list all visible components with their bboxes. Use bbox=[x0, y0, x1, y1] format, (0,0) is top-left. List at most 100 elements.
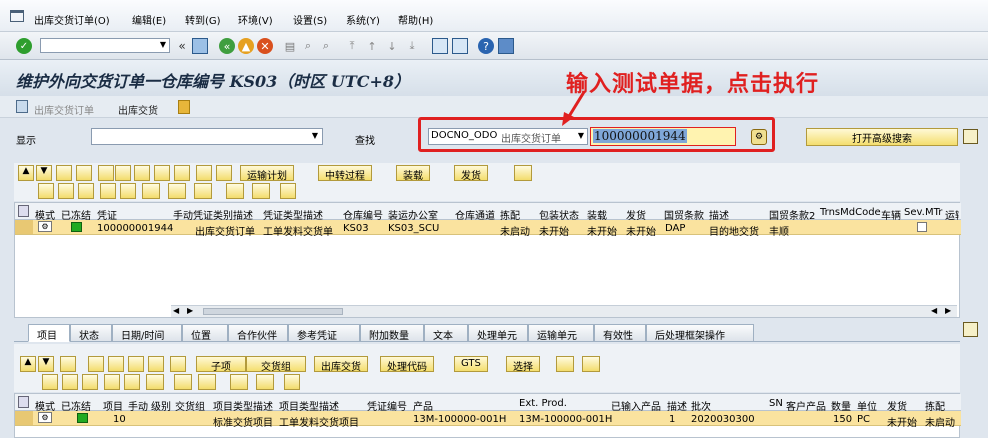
find-next-icon[interactable]: ⌕ bbox=[318, 38, 334, 54]
arrow-up-icon[interactable]: ▲ bbox=[18, 165, 34, 181]
layout-menu-icon[interactable] bbox=[556, 356, 574, 372]
prev-page-icon[interactable]: ↑ bbox=[364, 38, 380, 54]
find-icon[interactable] bbox=[42, 374, 58, 390]
new-document-icon[interactable] bbox=[88, 356, 104, 372]
scroll-left-icon-2[interactable]: ◀ bbox=[931, 306, 937, 315]
find-icon[interactable]: ⌕ bbox=[300, 38, 316, 54]
sub-items-button[interactable]: 子项 bbox=[196, 356, 246, 373]
row-checkbox[interactable] bbox=[917, 222, 927, 232]
save-icon[interactable] bbox=[216, 165, 232, 181]
lower-grid-row[interactable]: ⚙ 10 标准交货项目 工单发料交货项目 13M-100000-001H 13M… bbox=[15, 411, 961, 429]
tab-location[interactable]: 位置 bbox=[182, 324, 228, 342]
sort-asc-icon[interactable] bbox=[58, 183, 74, 199]
spreadsheet-icon[interactable] bbox=[252, 183, 270, 199]
horizontal-scrollbar[interactable]: ◀ ▶ ◀ ▶ bbox=[171, 305, 957, 317]
tab-validity[interactable]: 有效性 bbox=[594, 324, 646, 342]
menu-item-settings[interactable]: 设置(S) bbox=[293, 12, 327, 27]
tab-transport-units[interactable]: 运输单元 bbox=[528, 324, 594, 342]
col-ext-prod[interactable]: Ext. Prod. bbox=[519, 398, 567, 409]
mode-icon[interactable]: ⚙ bbox=[38, 221, 52, 232]
sort-desc-icon[interactable] bbox=[82, 374, 98, 390]
tab-items[interactable]: 项目 bbox=[28, 324, 70, 342]
menu-item-help[interactable]: 帮助(H) bbox=[398, 12, 433, 27]
sort-asc-icon[interactable] bbox=[62, 374, 78, 390]
create-icon[interactable] bbox=[76, 165, 92, 181]
menu-item-environment[interactable]: 环境(V) bbox=[238, 12, 273, 27]
columns-icon[interactable] bbox=[100, 183, 116, 199]
menu-icon[interactable] bbox=[10, 10, 24, 22]
sum-icon[interactable] bbox=[168, 183, 186, 199]
apptb-outbound-delivery[interactable]: 出库交货 bbox=[118, 102, 158, 117]
print-icon[interactable] bbox=[174, 165, 190, 181]
menu-item-system[interactable]: 系统(Y) bbox=[346, 12, 380, 27]
edit-icon[interactable] bbox=[115, 165, 131, 181]
delete-icon[interactable] bbox=[108, 356, 124, 372]
copy-icon[interactable] bbox=[134, 165, 150, 181]
history-icon[interactable]: « bbox=[174, 38, 190, 54]
details-icon[interactable] bbox=[56, 165, 72, 181]
header-select-all-icon[interactable] bbox=[18, 396, 29, 408]
layout-icon[interactable] bbox=[498, 38, 514, 54]
print-preview-icon[interactable] bbox=[226, 183, 244, 199]
print-preview-icon[interactable] bbox=[230, 374, 248, 390]
info-icon[interactable] bbox=[284, 374, 300, 390]
scroll-right-icon[interactable]: ▶ bbox=[187, 306, 193, 315]
search-type-dropdown[interactable]: DOCNO_ODO 出库交货订单 ▼ bbox=[428, 128, 588, 145]
scroll-thumb[interactable] bbox=[203, 308, 343, 315]
columns-icon[interactable] bbox=[104, 374, 120, 390]
scroll-right-icon-2[interactable]: ▶ bbox=[945, 306, 951, 315]
export-icon[interactable] bbox=[198, 374, 216, 390]
apptb-outbound-order[interactable]: 出库交货订单 bbox=[34, 102, 94, 117]
exit-icon[interactable]: ▲ bbox=[238, 38, 254, 54]
refresh-icon[interactable] bbox=[196, 165, 212, 181]
filter-icon[interactable] bbox=[146, 374, 164, 390]
transport-plan-button[interactable]: 运输计划 bbox=[240, 165, 294, 182]
split-icon[interactable] bbox=[148, 356, 164, 372]
new-document-icon[interactable] bbox=[98, 165, 114, 181]
col-trnsmdcode[interactable]: TrnsMdCode bbox=[820, 207, 881, 218]
print-icon[interactable]: ▤ bbox=[282, 38, 298, 54]
header-select-all-icon[interactable] bbox=[18, 205, 29, 217]
find-icon[interactable] bbox=[38, 183, 54, 199]
next-page-icon[interactable]: ↓ bbox=[384, 38, 400, 54]
upper-grid-row[interactable]: ⚙ 100000001944 出库交货订单 工单发料交货单 KS03 KS03_… bbox=[15, 220, 961, 238]
delete-icon[interactable] bbox=[154, 165, 170, 181]
shortcut-icon[interactable] bbox=[452, 38, 468, 54]
mode-icon[interactable]: ⚙ bbox=[38, 412, 52, 423]
details-icon[interactable] bbox=[60, 356, 76, 372]
arrow-up-icon[interactable]: ▲ bbox=[20, 356, 36, 372]
col-sev[interactable]: Sev. bbox=[904, 207, 925, 218]
sort-desc-icon[interactable] bbox=[78, 183, 94, 199]
chevron-down-icon[interactable]: ▼ bbox=[312, 131, 318, 140]
tab-reference-docs[interactable]: 参考凭证 bbox=[288, 324, 360, 342]
tab-partners[interactable]: 合作伙伴 bbox=[228, 324, 288, 342]
spreadsheet-icon[interactable] bbox=[256, 374, 274, 390]
calendar-icon[interactable] bbox=[963, 129, 978, 144]
row-select-cell[interactable] bbox=[15, 220, 33, 234]
tab-text[interactable]: 文本 bbox=[424, 324, 468, 342]
advanced-search-button[interactable]: 打开高级搜索 bbox=[806, 128, 958, 146]
layout-menu-icon[interactable] bbox=[514, 165, 532, 181]
tab-ppf-actions[interactable]: 后处理框架操作 bbox=[646, 324, 754, 342]
select-button[interactable]: 选择 bbox=[506, 356, 540, 373]
pack-icon[interactable] bbox=[170, 356, 186, 372]
execute-icon[interactable]: ⚙ bbox=[751, 129, 767, 145]
outbound-delivery-button[interactable]: 出库交货 bbox=[314, 356, 368, 373]
search-input[interactable]: 100000001944 bbox=[590, 127, 736, 146]
tab-status[interactable]: 状态 bbox=[70, 324, 112, 342]
help-icon[interactable]: ? bbox=[478, 38, 494, 54]
select-icon[interactable] bbox=[124, 374, 140, 390]
last-page-icon[interactable]: ⤓ bbox=[404, 38, 420, 54]
tab-datetime[interactable]: 日期/时间 bbox=[112, 324, 182, 342]
menu-item-edit[interactable]: 编辑(E) bbox=[132, 12, 166, 27]
transfer-process-button[interactable]: 中转过程 bbox=[318, 165, 372, 182]
menu-item-outbound[interactable]: 出库交货订单(O) bbox=[34, 12, 110, 27]
hu-icon[interactable] bbox=[178, 100, 190, 114]
cancel-icon[interactable]: ✕ bbox=[257, 38, 273, 54]
print-icon[interactable] bbox=[128, 356, 144, 372]
enter-check-icon[interactable]: ✓ bbox=[16, 38, 32, 54]
arrow-down-icon[interactable]: ▼ bbox=[36, 165, 52, 181]
settings-icon[interactable] bbox=[582, 356, 600, 372]
filter-icon[interactable] bbox=[142, 183, 160, 199]
col-mtr[interactable]: MTr bbox=[925, 207, 942, 218]
